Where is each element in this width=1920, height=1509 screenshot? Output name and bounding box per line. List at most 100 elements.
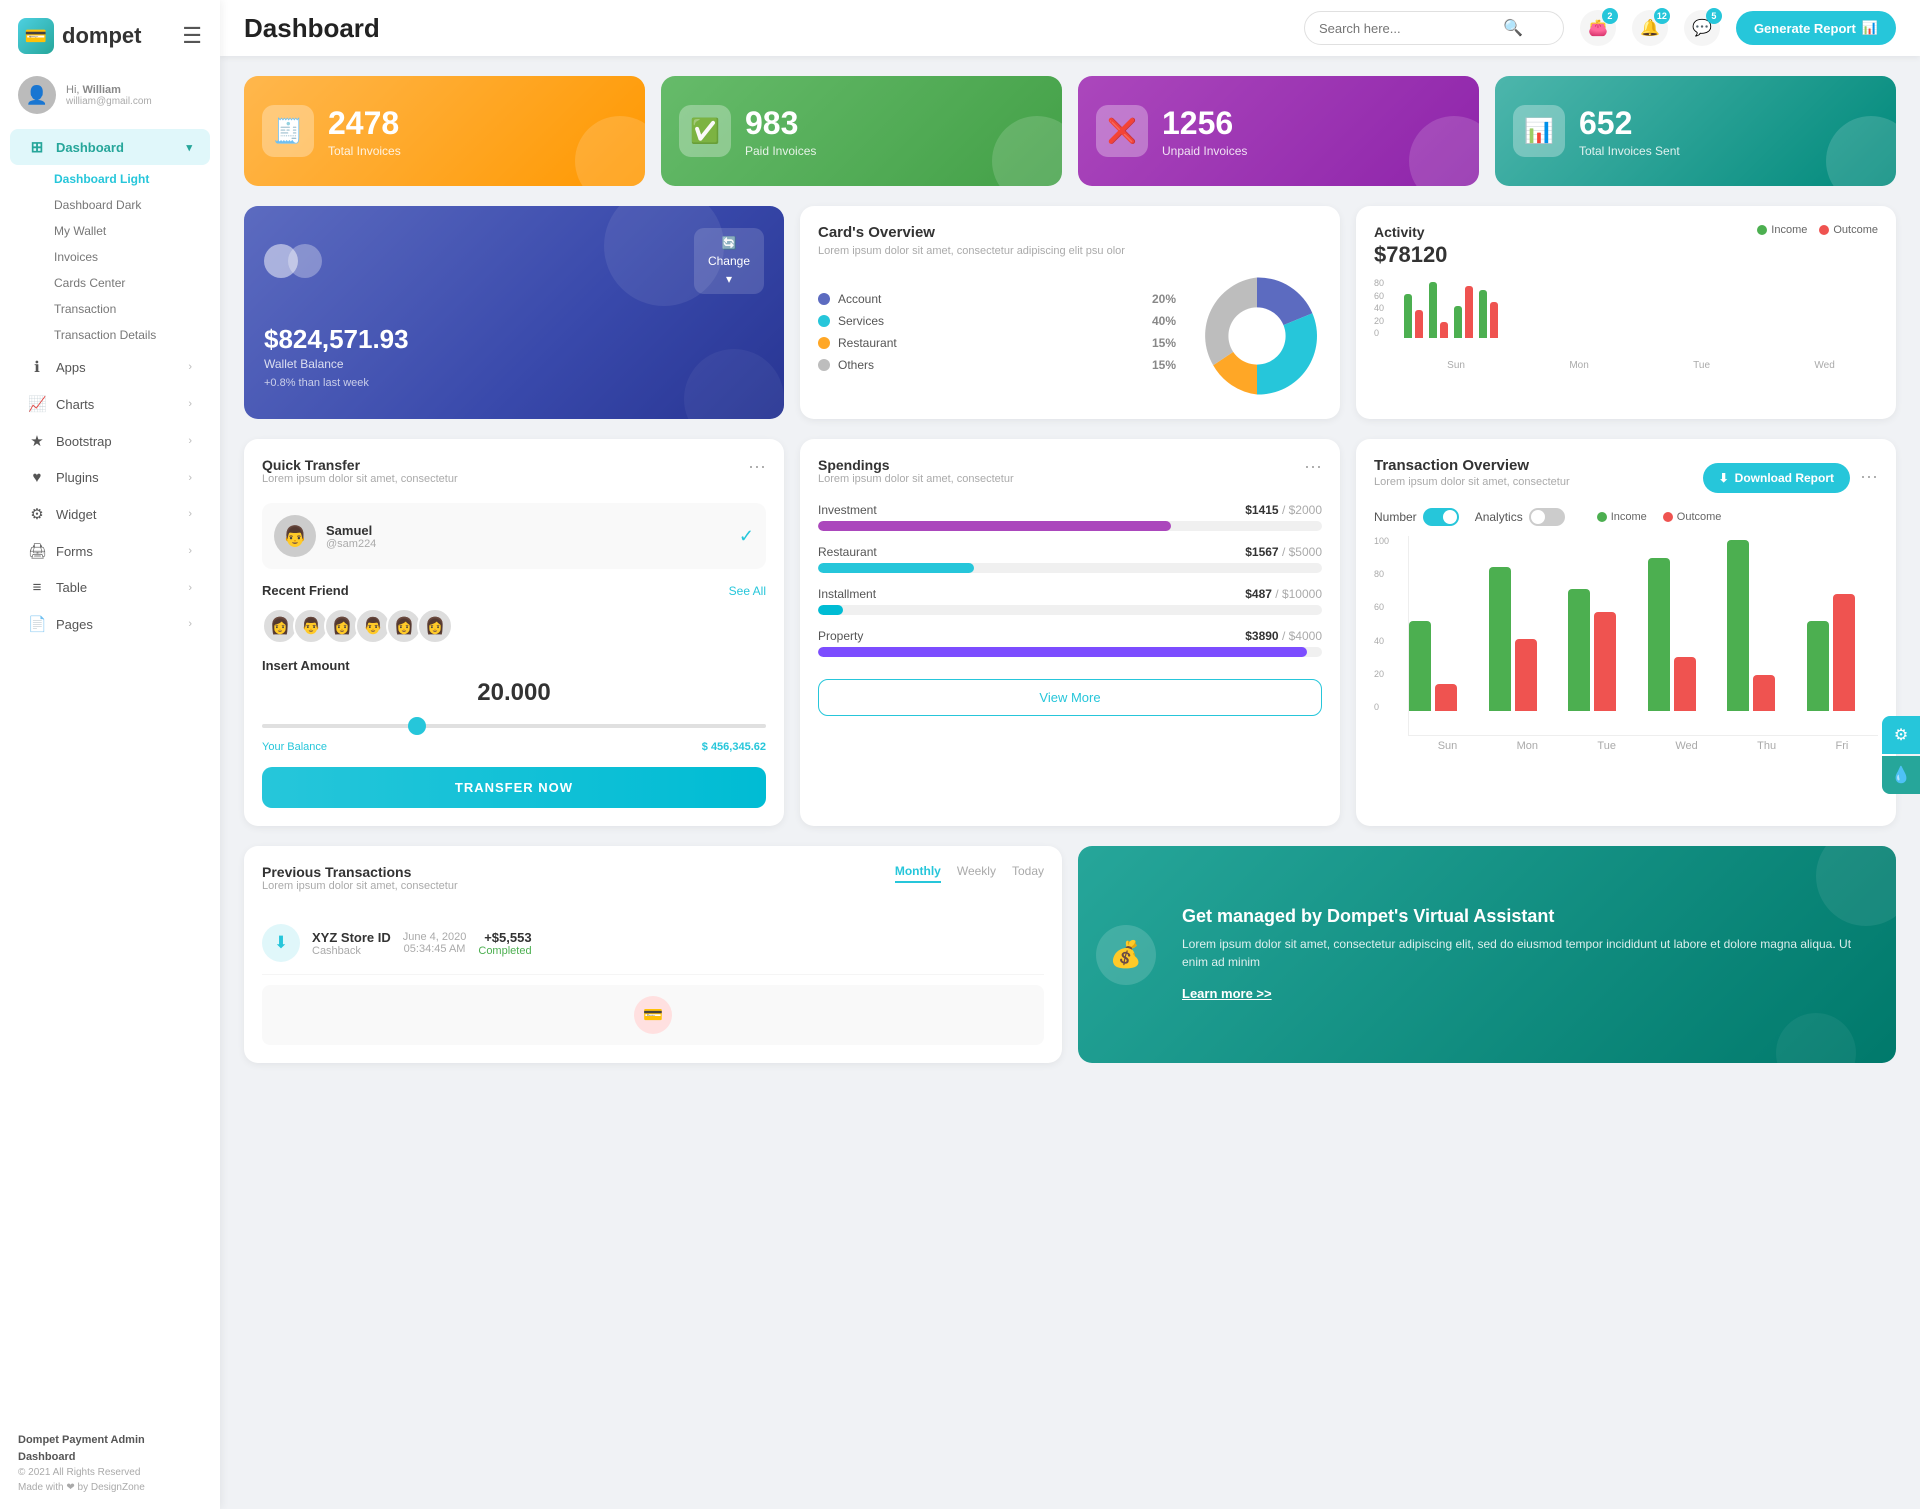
income-bar-thu <box>1727 540 1749 711</box>
toggle-knob <box>1531 510 1545 524</box>
sub-item-transaction-details[interactable]: Transaction Details <box>46 322 220 348</box>
tab-today[interactable]: Today <box>1012 864 1044 883</box>
va-content: Get managed by Dompet's Virtual Assistan… <box>1182 906 1872 1003</box>
prev-row: Previous Transactions Lorem ipsum dolor … <box>244 846 1896 1063</box>
sp-title-area: Spendings Lorem ipsum dolor sit amet, co… <box>818 457 1014 499</box>
sp-bar-bg <box>818 647 1322 657</box>
outcome-bar-mon <box>1440 322 1448 338</box>
sidebar-item-table[interactable]: ≡ Table › <box>10 570 210 605</box>
va-learn-more-link[interactable]: Learn more >> <box>1182 986 1272 1001</box>
friend-avatar-6[interactable]: 👩 <box>417 608 453 644</box>
sidebar-item-plugins[interactable]: ♥ Plugins › <box>10 460 210 495</box>
sp-amounts: $3890 / $4000 <box>1245 629 1322 643</box>
chevron-right-icon: › <box>188 508 192 520</box>
generate-report-button[interactable]: Generate Report 📊 <box>1736 11 1896 45</box>
va-bg-circle2 <box>1776 1013 1856 1063</box>
tab-monthly[interactable]: Monthly <box>895 864 941 883</box>
sidebar-item-forms[interactable]: 🖨 Forms › <box>10 533 210 569</box>
sidebar-item-pages[interactable]: 📄 Pages › <box>10 606 210 642</box>
sidebar-item-bootstrap[interactable]: ★ Bootstrap › <box>10 423 210 459</box>
sp-label: Restaurant <box>818 545 877 559</box>
services-dot <box>818 315 830 327</box>
sp-max-val: $4000 <box>1289 629 1322 643</box>
bar-group-wed <box>1648 558 1720 711</box>
mastercard-logo <box>264 244 322 278</box>
income-bar-mon <box>1429 282 1437 338</box>
stat-number: 652 <box>1579 105 1680 142</box>
search-input[interactable] <box>1319 21 1495 36</box>
sub-item-transaction[interactable]: Transaction <box>46 296 220 322</box>
stat-info: 983 Paid Invoices <box>745 105 816 158</box>
big-chart-container: 0 20 40 60 80 100 <box>1374 536 1878 752</box>
va-icon: 💰 <box>1096 925 1156 985</box>
income-bar-wed <box>1648 558 1670 711</box>
sidebar-item-apps[interactable]: ℹ Apps › <box>10 349 210 385</box>
balance-amount: $ 456,345.62 <box>702 741 766 753</box>
sub-item-dashboard-dark[interactable]: Dashboard Dark <box>46 192 220 218</box>
others-label: Others <box>838 358 1144 372</box>
sub-item-invoices[interactable]: Invoices <box>46 244 220 270</box>
quick-transfer-card: Quick Transfer Lorem ipsum dolor sit ame… <box>244 439 784 826</box>
sent-icon: 📊 <box>1513 105 1565 157</box>
wallet-icon-btn[interactable]: 👛 2 <box>1580 10 1616 46</box>
chat-icon-btn[interactable]: 💬 5 <box>1684 10 1720 46</box>
more-options-icon[interactable]: ⋯ <box>1304 457 1322 478</box>
tab-weekly[interactable]: Weekly <box>957 864 996 883</box>
analytics-toggle[interactable] <box>1529 508 1565 526</box>
settings-float-button[interactable]: ⚙ <box>1882 716 1920 754</box>
sub-item-cards-center[interactable]: Cards Center <box>46 270 220 296</box>
charts-icon: 📈 <box>28 395 46 413</box>
chevron-right-icon: › <box>188 398 192 410</box>
right-float-buttons: ⚙ 💧 <box>1882 716 1920 794</box>
mc-circle-right <box>288 244 322 278</box>
sub-item-my-wallet[interactable]: My Wallet <box>46 218 220 244</box>
more-options-icon[interactable]: ⋯ <box>1860 467 1878 488</box>
stat-label: Total Invoices Sent <box>1579 144 1680 158</box>
content-area: 🧾 2478 Total Invoices ✅ 983 Paid Invoice… <box>220 56 1920 1509</box>
download-report-button[interactable]: ⬇ Download Report <box>1703 463 1850 493</box>
view-more-button[interactable]: View More <box>818 679 1322 716</box>
bar-group-sun <box>1404 294 1423 338</box>
bar-group-wed <box>1479 290 1498 338</box>
income-dot <box>1757 225 1767 235</box>
amount-slider[interactable] <box>262 724 766 728</box>
theme-float-button[interactable]: 💧 <box>1882 756 1920 794</box>
x-axis-labels: Sun Mon Tue Wed <box>1404 360 1878 371</box>
sidebar-item-dashboard[interactable]: ⊞ Dashboard ▾ <box>10 129 210 165</box>
see-all-link[interactable]: See All <box>729 584 766 598</box>
sp-max: / <box>1282 503 1285 517</box>
wallet-badge: 2 <box>1602 8 1618 24</box>
bell-icon-btn[interactable]: 🔔 12 <box>1632 10 1668 46</box>
income-legend: Income <box>1597 511 1647 523</box>
hamburger-icon[interactable]: ☰ <box>174 23 202 49</box>
dashboard-submenu: Dashboard Light Dashboard Dark My Wallet… <box>0 166 220 348</box>
sp-amounts: $1415 / $2000 <box>1245 503 1322 517</box>
transfer-now-button[interactable]: TRANSFER NOW <box>262 767 766 808</box>
avatar: 👤 <box>18 76 56 114</box>
outcome-bar-fri <box>1833 594 1855 711</box>
previous-transactions-card: Previous Transactions Lorem ipsum dolor … <box>244 846 1062 1063</box>
sidebar-item-label: Widget <box>56 507 178 522</box>
to-title: Transaction Overview <box>1374 457 1570 474</box>
sp-item-header: Investment $1415 / $2000 <box>818 503 1322 517</box>
sub-item-dashboard-light[interactable]: Dashboard Light <box>46 166 220 192</box>
wallet-change-pct: +0.8% than last week <box>264 377 764 389</box>
income-bar-mon <box>1489 567 1511 711</box>
amount-display: 20.000 <box>262 679 766 707</box>
chevron-right-icon: › <box>188 618 192 630</box>
sidebar-item-widget[interactable]: ⚙ Widget › <box>10 496 210 532</box>
bar-group-sun <box>1409 621 1481 711</box>
number-toggle[interactable] <box>1423 508 1459 526</box>
more-options-icon[interactable]: ⋯ <box>748 457 766 478</box>
sidebar-item-label: Apps <box>56 360 178 375</box>
activity-legend: Income Outcome <box>1757 224 1878 236</box>
x-axis-labels: Sun Mon Tue Wed Thu Fri <box>1408 740 1878 752</box>
chevron-right-icon: › <box>188 582 192 594</box>
sidebar-item-charts[interactable]: 📈 Charts › <box>10 386 210 422</box>
bootstrap-icon: ★ <box>28 432 46 450</box>
sp-max-val: $10000 <box>1282 587 1322 601</box>
widget-icon: ⚙ <box>28 505 46 523</box>
search-box[interactable]: 🔍 <box>1304 11 1564 45</box>
sp-bar-fill <box>818 563 974 573</box>
overview-legend: Account 20% Services 40% Restaurant 15% <box>818 292 1176 380</box>
